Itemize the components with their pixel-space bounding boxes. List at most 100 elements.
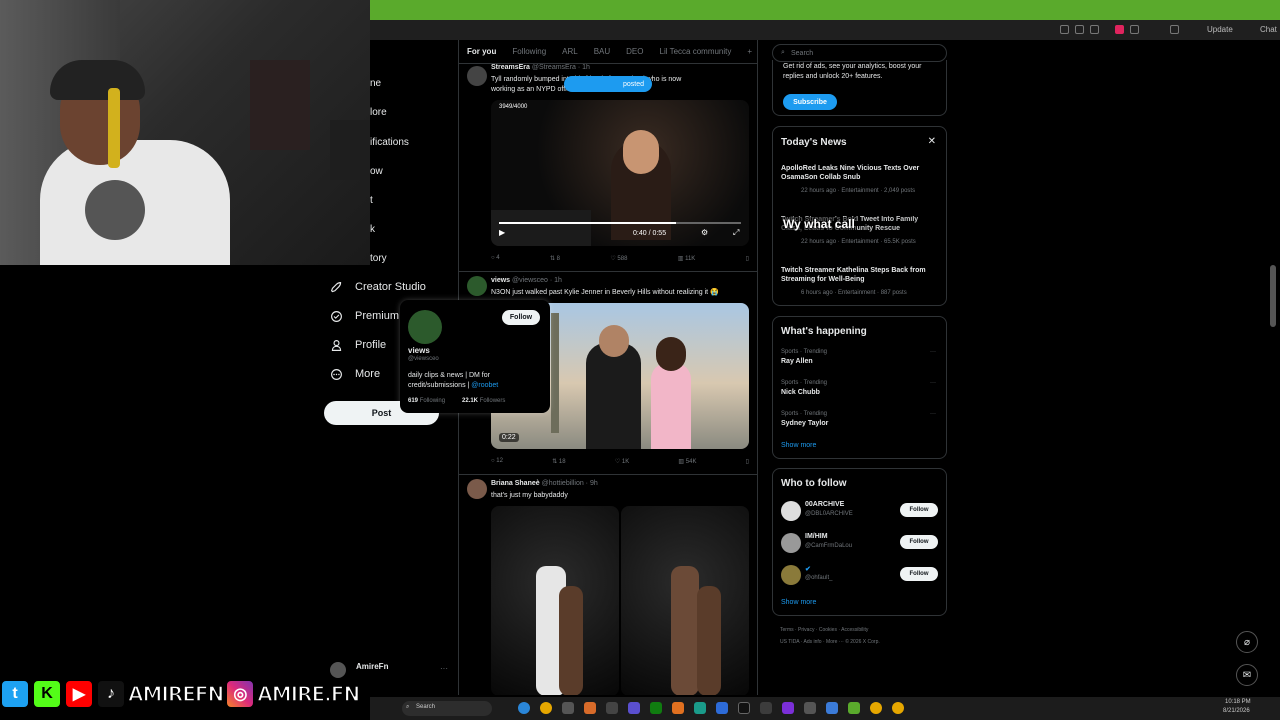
- tweet-image[interactable]: [491, 506, 619, 695]
- grok-icon[interactable]: ⌀: [1236, 631, 1258, 653]
- repost-button[interactable]: ⇅ 8: [550, 255, 560, 262]
- favorites-icon[interactable]: [1170, 25, 1179, 34]
- trend-more-icon[interactable]: ···: [930, 380, 936, 386]
- chat-button[interactable]: Chat: [1260, 25, 1277, 34]
- tweet-image[interactable]: [621, 506, 749, 695]
- trend-item[interactable]: Nick Chubb: [781, 389, 820, 396]
- app-icon[interactable]: [848, 702, 860, 714]
- app-icon[interactable]: [804, 702, 816, 714]
- trend-more-icon[interactable]: ···: [930, 411, 936, 417]
- avatar[interactable]: [467, 479, 487, 499]
- hovercard-handle[interactable]: @viewsceo: [408, 356, 439, 362]
- sidebar-item-profile[interactable]: Profile: [330, 335, 386, 355]
- tweet[interactable]: StreamsEra @StreamsEra · 1h Tyll randoml…: [459, 64, 757, 272]
- tweet-author[interactable]: Briana Shaneè @hottiebillion · 9h: [491, 480, 598, 487]
- chrome-icon[interactable]: [870, 702, 882, 714]
- app-icon[interactable]: [694, 702, 706, 714]
- tweet[interactable]: Briana Shaneè @hottiebillion · 9h that's…: [459, 476, 757, 695]
- follow-button[interactable]: Follow: [900, 535, 938, 549]
- extension-icon[interactable]: [1075, 25, 1084, 34]
- footer-links[interactable]: US TIDA · Ads info · More ··· © 2026 X C…: [780, 639, 880, 645]
- avatar[interactable]: [467, 276, 487, 296]
- like-button[interactable]: ♡ 588: [610, 255, 627, 262]
- video-progress[interactable]: [499, 222, 741, 224]
- nav-follow-partial[interactable]: ow: [370, 166, 383, 177]
- update-button[interactable]: Update: [1207, 25, 1233, 34]
- repost-button[interactable]: ⇅ 18: [552, 458, 565, 465]
- new-posts-pill[interactable]: posted: [564, 76, 652, 92]
- app-icon[interactable]: [584, 702, 596, 714]
- avatar[interactable]: [467, 66, 487, 86]
- fullscreen-icon[interactable]: ⤢: [733, 228, 739, 238]
- avatar[interactable]: [781, 533, 801, 553]
- tab-arl[interactable]: ARL: [554, 47, 586, 56]
- show-more-link[interactable]: Show more: [781, 442, 816, 449]
- edge-icon[interactable]: [518, 702, 530, 714]
- bookmark-icon[interactable]: ▯: [746, 255, 749, 262]
- chrome-icon[interactable]: [540, 702, 552, 714]
- follow-button[interactable]: Follow: [502, 310, 540, 325]
- tab-lil-tecca-community[interactable]: Lil Tecca community: [652, 47, 740, 56]
- tab-following[interactable]: Following: [504, 47, 554, 56]
- tab-deo[interactable]: DEO: [618, 47, 651, 56]
- bookmark-icon[interactable]: ▯: [746, 458, 749, 465]
- show-more-link[interactable]: Show more: [781, 599, 816, 606]
- avatar[interactable]: [781, 501, 801, 521]
- follow-button[interactable]: Follow: [900, 567, 938, 581]
- tab-for-you[interactable]: For you: [459, 47, 504, 56]
- chrome-icon[interactable]: [892, 702, 904, 714]
- views-count[interactable]: ▥ 54K: [678, 458, 696, 465]
- settings-icon[interactable]: ⚙: [701, 228, 708, 237]
- bio-link[interactable]: @roobet: [471, 382, 498, 389]
- reply-button[interactable]: ○ 12: [491, 458, 503, 465]
- extension-icon[interactable]: [1130, 25, 1139, 34]
- app-icon[interactable]: [760, 702, 772, 714]
- avatar[interactable]: [408, 310, 442, 344]
- nav-notifications-partial[interactable]: ifications: [370, 137, 409, 148]
- tweet-author[interactable]: views @viewsceo · 1h: [491, 277, 562, 284]
- footer-links[interactable]: Terms · Privacy · Cookies · Accessibilit…: [780, 627, 868, 633]
- app-icon[interactable]: [672, 702, 684, 714]
- like-button[interactable]: ♡ 1K: [615, 458, 629, 465]
- hovercard-following[interactable]: 619 Following: [408, 398, 445, 404]
- messages-icon[interactable]: ✉: [1236, 664, 1258, 686]
- tweet-author[interactable]: StreamsEra @StreamsEra · 1h: [491, 64, 590, 71]
- tweet-video[interactable]: 3949/4000 ▶ 0:40 / 0:55 ⚙ ⤢: [491, 100, 749, 246]
- hovercard-name[interactable]: views: [408, 346, 430, 355]
- trend-item[interactable]: Ray Allen: [781, 358, 813, 365]
- nav-grok-partial[interactable]: k: [370, 224, 375, 235]
- bookmark-icon[interactable]: [1090, 25, 1099, 34]
- trend-item[interactable]: Sydney Taylor: [781, 420, 828, 427]
- nav-history-partial[interactable]: tory: [370, 253, 387, 264]
- app-icon[interactable]: [562, 702, 574, 714]
- add-tab-icon[interactable]: +: [739, 47, 757, 56]
- account-more-icon[interactable]: ···: [440, 664, 448, 673]
- app-icon[interactable]: [826, 702, 838, 714]
- trend-more-icon[interactable]: ···: [930, 349, 936, 355]
- nav-explore-partial[interactable]: lore: [370, 107, 387, 118]
- views-count[interactable]: ▥ 11K: [678, 255, 696, 262]
- nav-chat-partial[interactable]: t: [370, 195, 373, 206]
- sidebar-item-creator-studio[interactable]: Creator Studio: [330, 277, 426, 297]
- app-icon[interactable]: [738, 702, 750, 714]
- close-icon[interactable]: ✕: [928, 136, 936, 147]
- app-icon[interactable]: [628, 702, 640, 714]
- follow-button[interactable]: Follow: [900, 503, 938, 517]
- xbox-icon[interactable]: [650, 702, 662, 714]
- sidebar-item-premium[interactable]: Premium: [330, 306, 399, 326]
- tab-bau[interactable]: BAU: [586, 47, 618, 56]
- news-item[interactable]: ApolloRed Leaks Nine Vicious Texts Over O…: [781, 164, 941, 182]
- scrollbar[interactable]: [1270, 265, 1276, 327]
- reply-button[interactable]: ○ 4: [491, 255, 500, 262]
- app-icon[interactable]: [716, 702, 728, 714]
- extension-icon[interactable]: [1060, 25, 1069, 34]
- nav-home-partial[interactable]: ne: [370, 78, 381, 89]
- extension-icon[interactable]: [1115, 25, 1124, 34]
- sidebar-item-more[interactable]: More: [330, 364, 380, 384]
- hovercard-followers[interactable]: 22.1K Followers: [462, 398, 505, 404]
- app-icon[interactable]: [606, 702, 618, 714]
- subscribe-button[interactable]: Subscribe: [783, 94, 837, 110]
- news-item[interactable]: Twitch Streamer Kathelina Steps Back fro…: [781, 266, 941, 284]
- twitch-icon[interactable]: [782, 702, 794, 714]
- play-icon[interactable]: ▶: [499, 228, 505, 237]
